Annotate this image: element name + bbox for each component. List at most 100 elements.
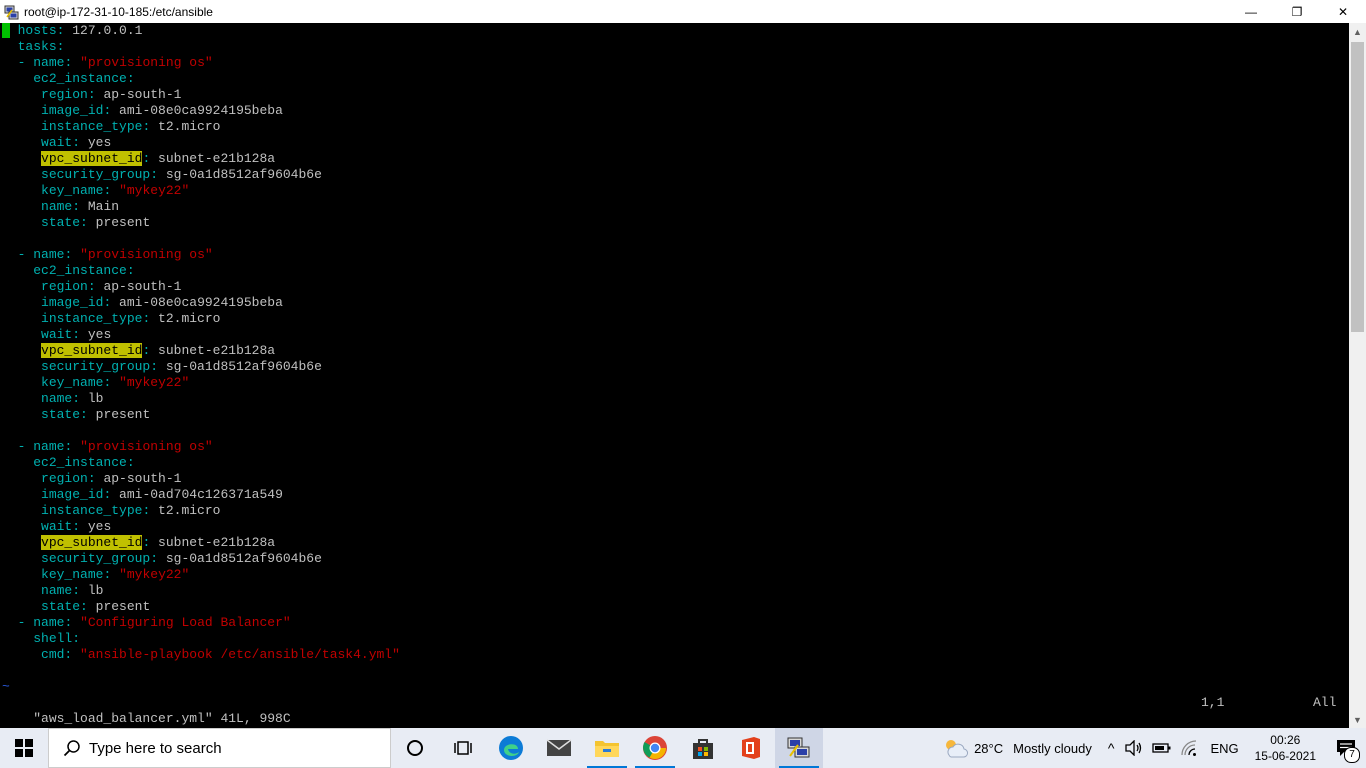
- partly-cloudy-icon: [946, 740, 969, 758]
- editor-line: instance_type: t2.micro: [2, 503, 220, 519]
- code-token: subnet-e21b128a: [150, 343, 276, 358]
- code-token: security_group: [41, 167, 151, 182]
- file-explorer-button[interactable]: [583, 728, 631, 768]
- vertical-scrollbar[interactable]: ▲ ▼: [1349, 23, 1366, 728]
- code-token: wait: [41, 327, 73, 342]
- code-token: subnet-e21b128a: [150, 151, 276, 166]
- editor-line: wait: yes: [2, 327, 111, 343]
- editor-line: shell:: [2, 631, 80, 647]
- text-cursor: -: [2, 23, 10, 38]
- taskbar-clock[interactable]: 00:26 15-06-2021: [1255, 732, 1316, 764]
- code-token: Main: [80, 199, 120, 214]
- putty-icon: [787, 737, 810, 758]
- code-token: :: [72, 631, 81, 646]
- restore-button[interactable]: ❐: [1274, 0, 1320, 23]
- taskbar-search-box[interactable]: Type here to search: [48, 728, 391, 768]
- notification-count-badge: 7: [1344, 747, 1360, 763]
- search-highlight: vpc_subnet_id: [41, 151, 143, 166]
- editor-line: tasks:: [2, 39, 65, 55]
- code-token: yes: [80, 135, 112, 150]
- editor-line: image_id: ami-0ad704c126371a549: [2, 487, 283, 503]
- code-token: region: [41, 471, 88, 486]
- weather-widget[interactable]: 28°C Mostly cloudy: [942, 737, 1092, 759]
- editor-line: ~: [2, 679, 10, 695]
- putty-taskbar-button[interactable]: [775, 728, 823, 768]
- editor-line: ec2_instance:: [2, 71, 134, 87]
- code-token: :: [126, 263, 135, 278]
- code-token: present: [87, 599, 151, 614]
- tray-chevron-icon[interactable]: ^: [1108, 740, 1115, 756]
- code-token: t2.micro: [150, 119, 221, 134]
- task-view-icon: [454, 741, 472, 755]
- close-button[interactable]: ✕: [1320, 0, 1366, 23]
- code-token: :: [72, 135, 81, 150]
- editor-line: state: present: [2, 599, 150, 615]
- code-token: lb: [80, 583, 104, 598]
- start-button[interactable]: [0, 728, 48, 768]
- edge-browser-button[interactable]: [487, 728, 535, 768]
- language-indicator[interactable]: ENG: [1210, 741, 1238, 756]
- editor-line: region: ap-south-1: [2, 471, 181, 487]
- status-file-info: "aws_load_balancer.yml" 41L, 998C: [33, 711, 291, 726]
- code-token: name: [33, 55, 65, 70]
- notification-center-button[interactable]: 7: [1326, 728, 1366, 768]
- mail-button[interactable]: [535, 728, 583, 768]
- speaker-icon[interactable]: [1124, 740, 1144, 756]
- code-token: image_id: [41, 295, 104, 310]
- code-token: instance_type: [41, 311, 143, 326]
- scroll-down-arrow-icon[interactable]: ▼: [1349, 711, 1366, 728]
- code-token: key_name: [41, 183, 104, 198]
- editor-line: - hosts: 127.0.0.1: [2, 23, 142, 39]
- code-token: shell: [33, 631, 73, 646]
- editor-line: region: ap-south-1: [2, 87, 181, 103]
- window-title: root@ip-172-31-10-185:/etc/ansible: [24, 4, 213, 19]
- store-button[interactable]: [679, 728, 727, 768]
- code-token: state: [41, 407, 81, 422]
- chrome-button[interactable]: [631, 728, 679, 768]
- code-token: "provisioning os": [80, 55, 213, 70]
- code-token: image_id: [41, 103, 104, 118]
- editor-line: instance_type: t2.micro: [2, 311, 220, 327]
- scroll-up-arrow-icon[interactable]: ▲: [1349, 23, 1366, 40]
- code-token: sg-0a1d8512af9604b6e: [158, 359, 322, 374]
- code-token: "Configuring Load Balancer": [80, 615, 291, 630]
- minimize-button[interactable]: —: [1228, 0, 1274, 23]
- code-token: ec2_instance: [33, 71, 127, 86]
- code-token: :: [72, 327, 81, 342]
- editor-line: vpc_subnet_id: subnet-e21b128a: [2, 151, 275, 167]
- code-token: instance_type: [41, 119, 143, 134]
- office-button[interactable]: [727, 728, 775, 768]
- search-highlight: vpc_subnet_id: [41, 535, 143, 550]
- task-view-button[interactable]: [439, 728, 487, 768]
- battery-icon[interactable]: [1152, 741, 1172, 755]
- code-token: :: [80, 215, 88, 230]
- code-token: :: [72, 519, 81, 534]
- cortana-button[interactable]: [391, 728, 439, 768]
- code-token: present: [87, 215, 151, 230]
- store-bag-icon: [693, 739, 713, 759]
- terminal-editor[interactable]: "aws_load_balancer.yml" 41L, 998C 1,1 Al…: [0, 23, 1349, 728]
- wifi-icon[interactable]: [1180, 740, 1200, 756]
- code-token: ap-south-1: [95, 471, 182, 486]
- code-token: ami-08e0ca9924195beba: [111, 295, 283, 310]
- editor-line: image_id: ami-08e0ca9924195beba: [2, 295, 283, 311]
- editor-line: vpc_subnet_id: subnet-e21b128a: [2, 343, 275, 359]
- folder-icon: [595, 741, 619, 757]
- code-token: "mykey22": [119, 567, 190, 582]
- editor-line: security_group: sg-0a1d8512af9604b6e: [2, 359, 322, 375]
- scrollbar-thumb[interactable]: [1351, 42, 1364, 332]
- editor-line: region: ap-south-1: [2, 279, 181, 295]
- editor-line: wait: yes: [2, 519, 111, 535]
- code-token: present: [87, 407, 151, 422]
